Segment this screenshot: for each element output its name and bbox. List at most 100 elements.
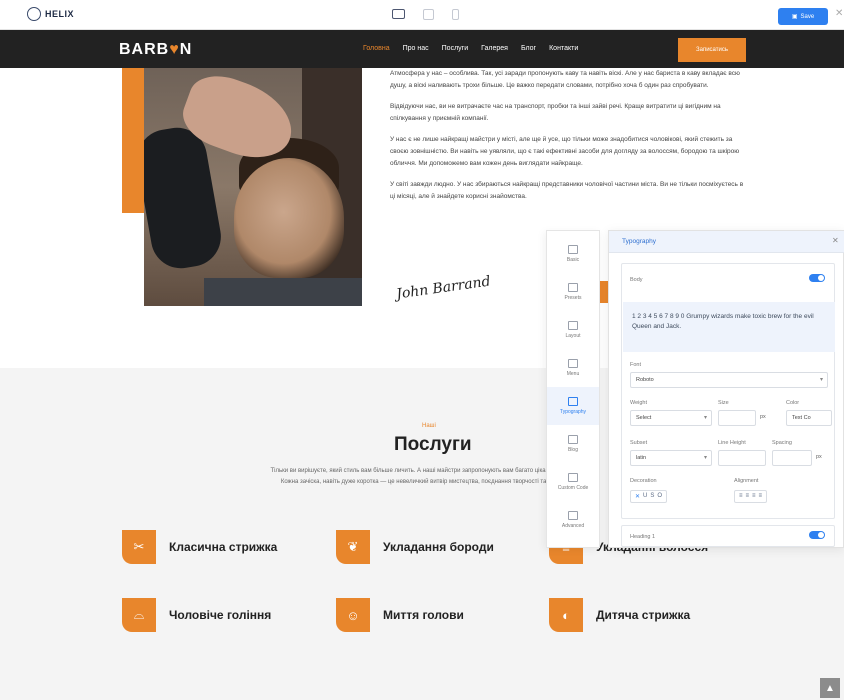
tool-label: Typography [559, 409, 587, 415]
align-justify-icon[interactable]: ≡ [759, 493, 763, 500]
code-icon [568, 473, 578, 482]
service-label: Класична стрижка [169, 540, 278, 554]
close-icon[interactable]: ✕ [835, 8, 843, 19]
tool-label: Basic [566, 257, 580, 263]
spacing-unit[interactable]: px [816, 454, 822, 460]
overline-icon[interactable]: O [657, 493, 662, 500]
heading-label: Heading 1 [630, 534, 656, 540]
main-nav: Головна Про нас Послуги Галерея Блог Кон… [363, 45, 591, 52]
font-value: Roboto [636, 377, 654, 383]
service-item[interactable]: ☺ Миття голови [336, 598, 464, 632]
size-input[interactable] [718, 410, 756, 426]
helix-logo[interactable]: HELIX [27, 7, 74, 21]
desktop-icon[interactable] [392, 9, 405, 19]
underline-icon[interactable]: U [643, 493, 647, 500]
tool-typography[interactable]: Typography [547, 387, 599, 425]
service-label: Чоловіче гоління [169, 608, 272, 622]
razor-icon: ⌓ [122, 598, 156, 632]
font-preview: 1 2 3 4 5 6 7 8 9 0 Grumpy wizards make … [623, 302, 835, 352]
weight-select[interactable]: Select ▾ [630, 410, 712, 426]
builder-tool-strip: Basic Presets Layout Menu Typography Blo… [546, 230, 600, 548]
line-height-label: Line Height [718, 440, 746, 446]
service-item[interactable]: ⌓ Чоловіче гоління [122, 598, 271, 632]
tool-custom-code[interactable]: Custom Code [547, 463, 599, 501]
typography-panel: Typography ✕ Body 1 2 3 4 5 6 7 8 9 0 Gr… [608, 230, 844, 548]
tool-label: Blog [567, 447, 578, 453]
service-label: Миття голови [383, 608, 464, 622]
about-paragraph: Атмосфера у нас – особлива. Так, усі зар… [390, 70, 740, 89]
heading-toggle[interactable] [809, 531, 825, 539]
align-right-icon[interactable]: ≡ [752, 493, 756, 500]
nav-item-gallery[interactable]: Галерея [481, 45, 508, 52]
body-toggle[interactable] [809, 274, 825, 282]
subset-select[interactable]: latin ▾ [630, 450, 712, 466]
save-button[interactable]: ▣ Save [778, 8, 828, 25]
tool-blog[interactable]: Blog [547, 425, 599, 463]
tool-advanced[interactable]: Advanced [547, 501, 599, 539]
tool-presets[interactable]: Presets [547, 273, 599, 311]
spacing-input[interactable] [772, 450, 812, 466]
mobile-icon[interactable] [452, 9, 459, 20]
size-unit[interactable]: px [760, 414, 766, 420]
alignment-label: Alignment [734, 478, 759, 484]
nav-item-home[interactable]: Головна [363, 45, 390, 52]
kid-icon: ◐ [549, 598, 583, 632]
weight-value: Select [636, 415, 652, 421]
builder-toolbar: HELIX ▣ Save ✕ [0, 0, 844, 30]
heading-typography-group: Heading 1 [621, 525, 835, 547]
close-icon[interactable]: ✕ [832, 236, 839, 245]
service-label: Укладання бороди [383, 540, 494, 554]
about-text: Атмосфера у нас – особлива. Так, усі зар… [390, 68, 750, 212]
about-paragraph: У світі завжди людно. У нас збираються н… [390, 181, 744, 200]
barber-photo [144, 68, 362, 306]
service-item[interactable]: ◐ Дитяча стрижка [549, 598, 690, 632]
spacing-label: Spacing [772, 440, 792, 446]
preview-text: 1 2 3 4 5 6 7 8 9 0 Grumpy wizards make … [632, 313, 814, 330]
blog-icon [568, 435, 578, 444]
helix-logo-text: HELIX [45, 9, 75, 19]
basic-icon [568, 245, 578, 254]
tool-layout[interactable]: Layout [547, 311, 599, 349]
color-placeholder: Text Co [792, 415, 811, 421]
font-label: Font [630, 362, 642, 368]
presets-icon [568, 283, 578, 292]
panel-header: Typography ✕ [609, 231, 844, 253]
weight-label: Weight [630, 400, 648, 406]
nav-item-blog[interactable]: Блог [521, 45, 536, 52]
typography-icon [568, 397, 578, 406]
advanced-icon [568, 511, 578, 520]
nav-item-contacts[interactable]: Контакти [549, 45, 578, 52]
tool-menu[interactable]: Menu [547, 349, 599, 387]
brand-text: BARB [119, 41, 170, 58]
menu-icon [568, 359, 578, 368]
line-height-input[interactable] [718, 450, 766, 466]
font-select[interactable]: Roboto ▾ [630, 372, 828, 388]
color-input[interactable]: Text Co [786, 410, 832, 426]
decoration-none-icon[interactable]: ✕ [635, 493, 640, 500]
tool-label: Menu [566, 371, 580, 377]
align-center-icon[interactable]: ≡ [746, 493, 750, 500]
service-item[interactable]: ❦ Укладання бороди [336, 530, 494, 564]
service-item[interactable]: ✂ Класична стрижка [122, 530, 277, 564]
service-label: Дитяча стрижка [596, 608, 691, 622]
services-title: Послуги [394, 434, 472, 455]
device-switcher [392, 9, 459, 20]
tool-label: Presets [564, 295, 582, 301]
services-description: Тільки ви вирішуєте, який стиль вам біль… [270, 468, 584, 485]
brand-logo[interactable]: BARB♥N [119, 41, 192, 59]
align-left-icon[interactable]: ≡ [739, 493, 743, 500]
chevron-down-icon: ▾ [703, 455, 707, 461]
nav-item-about[interactable]: Про нас [403, 45, 429, 52]
tool-basic[interactable]: Basic [547, 235, 599, 273]
scroll-top-button[interactable]: ▲ [820, 678, 840, 698]
subset-value: latin [636, 455, 647, 461]
strikethrough-icon[interactable]: S [650, 493, 654, 500]
photo-head [234, 158, 344, 278]
body-label: Body [630, 277, 643, 283]
page: HELIX ▣ Save ✕ BARB♥N Головна Про нас По… [0, 0, 844, 700]
tablet-icon[interactable] [423, 9, 434, 20]
book-button[interactable]: Записатись [678, 38, 746, 62]
size-label: Size [718, 400, 729, 406]
nav-item-services[interactable]: Послуги [442, 45, 468, 52]
head-wash-icon: ☺ [336, 598, 370, 632]
